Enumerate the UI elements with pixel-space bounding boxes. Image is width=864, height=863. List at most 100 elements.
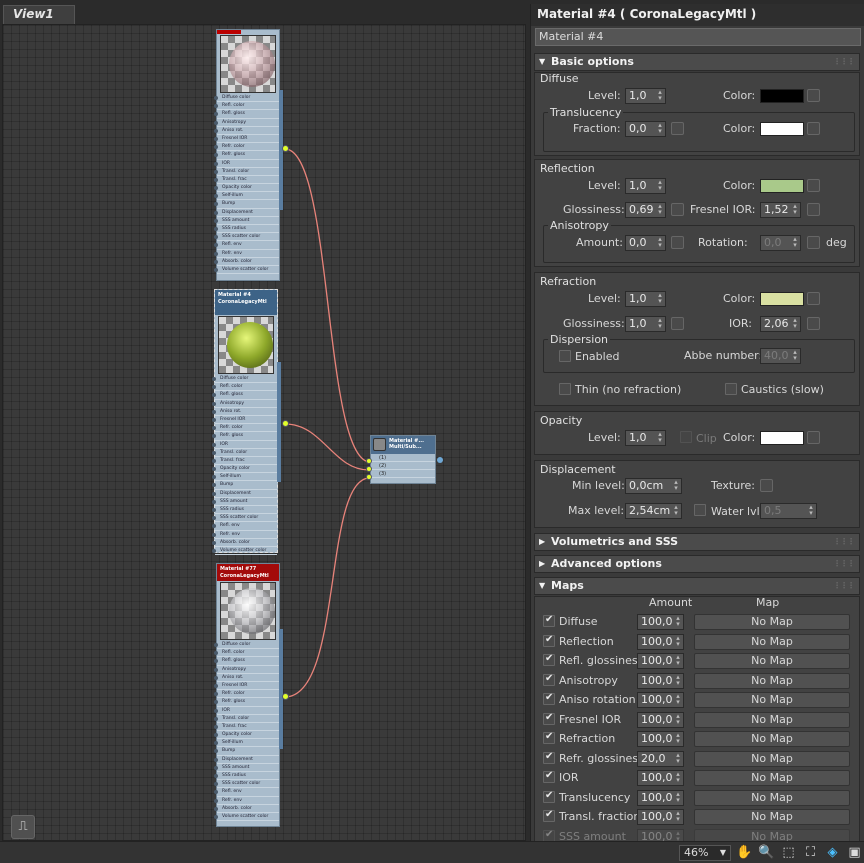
node-slot[interactable]: Refl. gloss [214, 657, 279, 666]
map-amount-spinner[interactable]: 100,0 [637, 633, 684, 650]
map-enable-checkbox[interactable] [543, 829, 555, 842]
input-socket[interactable] [366, 466, 372, 472]
node-slot[interactable]: Opacity color [214, 184, 279, 193]
node-slot[interactable]: Transl. frac [214, 176, 279, 185]
node-slot[interactable]: Displacement [212, 490, 277, 498]
pan-hand-icon[interactable]: ✋ [736, 844, 753, 861]
map-slot-button[interactable]: No Map [694, 614, 850, 630]
node-slot[interactable]: Fresnel IOR [212, 416, 277, 425]
reflection-gloss-map-button[interactable] [671, 203, 684, 216]
map-amount-spinner[interactable]: 100,0 [637, 731, 684, 747]
node-slot[interactable]: SSS radius [214, 225, 279, 234]
node-slot[interactable]: Transl. color [212, 449, 277, 457]
map-slot-button[interactable]: No Map [694, 789, 850, 806]
node-slot[interactable]: Absorb. color [214, 805, 279, 813]
node-slot[interactable]: Absorb. color [214, 258, 279, 266]
rollout-volumetrics-sss[interactable]: ▶ Volumetrics and SSS ⋮⋮⋮ [534, 533, 860, 551]
material-name-field[interactable]: Material #4 [535, 28, 861, 46]
node-slot[interactable]: Anisotropy [214, 666, 279, 674]
node-view[interactable]: Diffuse color Refl. color Refl. gloss Aniso… [2, 24, 526, 841]
node-slot[interactable]: SSS amount [214, 217, 279, 225]
min-level-spinner[interactable]: 0,0cm [625, 478, 682, 494]
max-level-spinner[interactable]: 2,54cm [625, 503, 682, 519]
map-amount-spinner[interactable]: 100,0 [637, 809, 684, 825]
node-slot[interactable]: Refl. color [214, 102, 279, 111]
map-amount-spinner[interactable]: 20,0 [637, 750, 684, 767]
node-slot[interactable]: Aniso rot. [214, 127, 279, 135]
map-amount-spinner[interactable]: 100,0 [637, 692, 684, 708]
map-slot-button[interactable]: No Map [694, 809, 850, 825]
node-slot[interactable]: Fresnel IOR [214, 682, 279, 691]
node-slot[interactable]: Refl. env [212, 522, 277, 531]
diffuse-map-button[interactable] [807, 89, 820, 102]
material-node-top[interactable]: Diffuse color Refl. color Refl. gloss Aniso… [214, 29, 283, 281]
opacity-color-swatch[interactable] [760, 431, 804, 445]
node-slot[interactable]: Volume scatter color [214, 813, 279, 822]
anisotropy-rotation-map-button[interactable] [807, 236, 820, 249]
node-slot[interactable]: Self-illum [214, 192, 279, 201]
node-slot[interactable]: Refr. env [212, 531, 277, 539]
map-enable-checkbox[interactable] [543, 770, 555, 783]
multi-slot-3[interactable]: (3) [371, 470, 435, 478]
node-slot[interactable]: Volume scatter color [214, 266, 279, 275]
fresnel-ior-spinner[interactable]: 1,52 [760, 202, 801, 218]
node-slot[interactable]: Refl. env [214, 241, 279, 250]
view-tab[interactable]: View1 [3, 5, 75, 24]
node-slot[interactable]: Aniso rot. [214, 674, 279, 682]
map-amount-spinner[interactable]: 100,0 [637, 672, 684, 689]
rollout-advanced-options[interactable]: ▶ Advanced options ⋮⋮⋮ [534, 555, 860, 573]
map-slot-button[interactable]: No Map [694, 653, 850, 669]
clip-checkbox[interactable] [680, 431, 692, 443]
node-slot[interactable]: Refr. gloss [214, 698, 279, 707]
node-slot[interactable]: Absorb. color [212, 539, 277, 547]
node-slot[interactable]: Bump [212, 481, 277, 490]
zoom-extents-icon[interactable]: ⛶ [802, 844, 819, 861]
multi-sub-node[interactable]: Material #... Multi/Sub... (1) (2) (3) [370, 435, 436, 484]
select-all-icon[interactable]: ◈ [824, 844, 841, 861]
map-enable-checkbox[interactable] [543, 692, 555, 705]
anisotropy-amount-map-button[interactable] [671, 236, 684, 249]
node-slot[interactable]: Transl. color [214, 715, 279, 723]
zoom-region-icon[interactable]: ⬚ [780, 844, 797, 861]
node-slot[interactable]: Anisotropy [214, 119, 279, 127]
node-slot[interactable]: Opacity color [214, 731, 279, 740]
anisotropy-rotation-spinner[interactable]: 0,0 [760, 235, 801, 251]
navigator-icon[interactable]: ⎍ [11, 815, 35, 839]
node-slot[interactable]: Bump [214, 747, 279, 756]
node-slot[interactable]: Self-illum [214, 739, 279, 748]
node-slot[interactable]: Volume scatter color [212, 547, 277, 556]
diffuse-color-swatch[interactable] [760, 89, 804, 103]
map-enable-checkbox[interactable] [543, 790, 555, 803]
reflection-color-map-button[interactable] [807, 179, 820, 192]
input-socket[interactable] [366, 458, 372, 464]
translucency-color-swatch[interactable] [760, 122, 804, 136]
node-slot[interactable]: Refr. color [212, 424, 277, 433]
map-enable-checkbox[interactable] [543, 653, 555, 666]
material-node-bottom[interactable]: Material #77 CoronaLegacyMtl Diffuse colo… [214, 563, 283, 827]
node-slot[interactable]: Anisotropy [212, 400, 277, 408]
map-enable-checkbox[interactable] [543, 751, 555, 764]
map-slot-button[interactable]: No Map [694, 731, 850, 747]
map-slot-button[interactable]: No Map [694, 711, 850, 728]
map-slot-button[interactable]: No Map [694, 633, 850, 650]
map-slot-button[interactable]: No Map [694, 672, 850, 689]
node-slot[interactable]: SSS scatter color [214, 233, 279, 242]
node-slot[interactable]: IOR [212, 441, 277, 449]
map-enable-checkbox[interactable] [543, 614, 555, 627]
node-slot[interactable]: IOR [214, 707, 279, 715]
translucency-fraction-spinner[interactable]: 0,0 [625, 121, 666, 137]
node-slot[interactable]: Opacity color [212, 465, 277, 474]
reflection-level-spinner[interactable]: 1,0 [625, 178, 666, 194]
thin-checkbox[interactable] [559, 383, 571, 395]
map-amount-spinner[interactable]: 100,0 [637, 789, 684, 806]
node-slot[interactable]: SSS radius [214, 772, 279, 781]
refraction-gloss-map-button[interactable] [671, 317, 684, 330]
input-socket[interactable] [366, 474, 372, 480]
map-enable-checkbox[interactable] [543, 712, 555, 725]
node-slot[interactable]: Refr. gloss [212, 432, 277, 441]
node-slot[interactable]: Refr. gloss [214, 151, 279, 160]
node-slot[interactable]: Transl. frac [212, 457, 277, 466]
opacity-color-map-button[interactable] [807, 431, 820, 444]
dispersion-enabled-checkbox[interactable] [559, 350, 571, 362]
node-slot[interactable]: Refr. env [214, 797, 279, 805]
